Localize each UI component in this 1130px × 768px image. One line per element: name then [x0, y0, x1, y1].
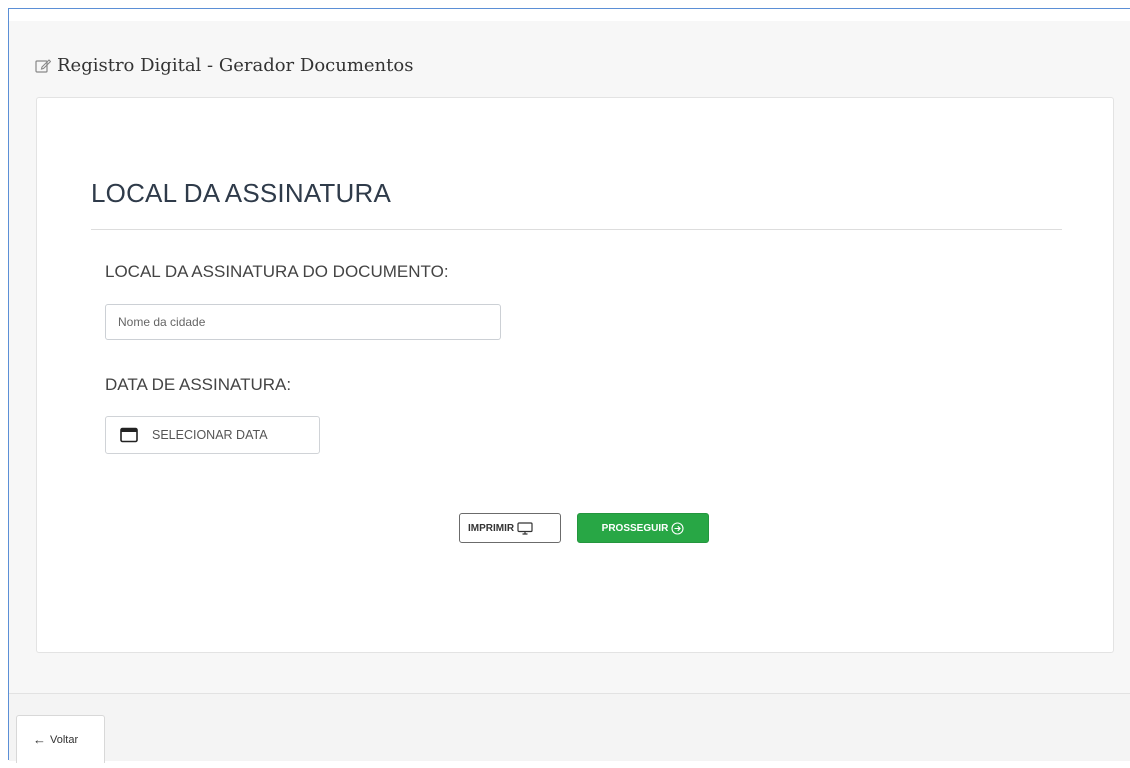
- page-title: Registro Digital - Gerador Documentos: [35, 55, 413, 76]
- date-label: DATA DE ASSINATURA:: [105, 375, 292, 394]
- print-button[interactable]: IMPRIMIR: [459, 513, 561, 543]
- monitor-icon: [517, 521, 533, 535]
- print-button-label: IMPRIMIR: [468, 522, 515, 534]
- proceed-button-label: PROSSEGUIR: [601, 522, 669, 534]
- back-button[interactable]: ← Voltar: [16, 715, 105, 763]
- edit-icon: [35, 58, 51, 73]
- calendar-icon: [120, 427, 138, 443]
- form-actions: IMPRIMIR PROSSEGUIR: [459, 513, 709, 543]
- circle-arrow-right-icon: [671, 521, 684, 535]
- local-label: LOCAL DA ASSINATURA DO DOCUMENTO:: [105, 262, 449, 281]
- app-frame: Registro Digital - Gerador Documentos LO…: [8, 8, 1130, 763]
- select-date-button[interactable]: SELECIONAR DATA: [105, 416, 320, 454]
- select-date-label: SELECIONAR DATA: [152, 428, 268, 442]
- proceed-button[interactable]: PROSSEGUIR: [577, 513, 709, 543]
- form-card: LOCAL DA ASSINATURA LOCAL DA ASSINATURA …: [36, 97, 1114, 653]
- arrow-left-icon: ←: [33, 732, 46, 747]
- back-button-label: Voltar: [50, 733, 79, 746]
- main-panel: Registro Digital - Gerador Documentos LO…: [9, 21, 1130, 694]
- top-strip: [9, 9, 1130, 21]
- section-divider: [91, 229, 1062, 230]
- footer: ← Voltar: [9, 694, 1130, 763]
- section-title: LOCAL DA ASSINATURA: [91, 178, 392, 208]
- page-title-text: Registro Digital - Gerador Documentos: [57, 55, 414, 76]
- city-input[interactable]: [105, 304, 501, 340]
